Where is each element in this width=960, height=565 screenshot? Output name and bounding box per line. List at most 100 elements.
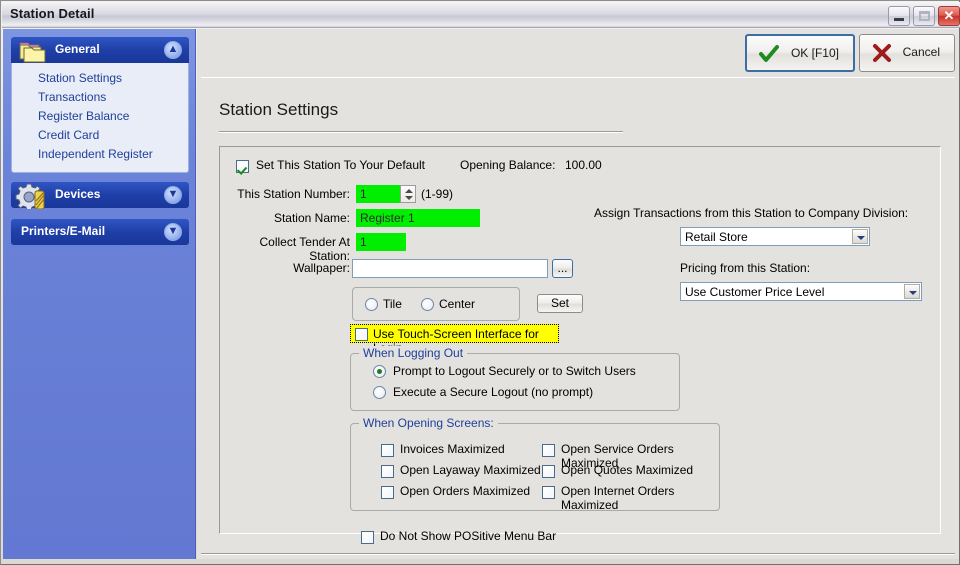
chevron-down-icon[interactable]: ▼ [164,186,182,204]
sidebar-group-general: General ▲ Station Settings Transactions … [11,37,189,173]
hide-menu-bar-checkbox[interactable] [361,531,374,544]
cross-icon [872,43,892,63]
cancel-button[interactable]: Cancel [859,34,955,72]
chevron-up-icon[interactable]: ▲ [164,41,182,59]
maximize-icon [919,11,930,21]
pricing-value: Use Customer Price Level [685,285,825,299]
station-number-label: This Station Number: [237,187,350,201]
orders-maximized-label: Open Orders Maximized [400,484,531,498]
maximize-button[interactable] [913,6,935,26]
opening-screens-caption: When Opening Screens: [359,416,498,430]
chevron-down-icon-2[interactable]: ▼ [164,223,182,241]
division-value: Retail Store [685,230,748,244]
logging-out-caption: When Logging Out [359,346,468,360]
invoices-maximized-label: Invoices Maximized [400,442,505,456]
division-chevron-down-icon[interactable] [852,229,868,244]
logout-secure-label: Execute a Secure Logout (no prompt) [393,385,594,399]
station-name-input[interactable]: Register 1 [356,209,480,227]
window-title: Station Detail [10,6,95,21]
layaway-maximized-label: Open Layaway Maximized [400,463,541,477]
gear-icon [13,181,53,211]
orders-maximized-checkbox[interactable] [381,486,394,499]
wallpaper-center-radio[interactable] [421,298,434,311]
quotes-maximized-checkbox[interactable] [542,465,555,478]
ok-button[interactable]: OK [F10] [745,34,855,72]
station-detail-window: Station Detail ✕ General ▲ Station Setti… [0,0,960,565]
sidebar-group-devices-header[interactable]: Devices ▼ [11,181,189,211]
pricing-chevron-down-icon[interactable] [904,284,920,299]
bottom-divider [201,553,955,555]
page-title: Station Settings [219,100,339,119]
spinner-down-icon[interactable] [405,196,413,200]
collect-tender-input[interactable]: 1 [356,233,406,251]
sidebar-group-printers-email-label: Printers/E-Mail [21,224,106,238]
close-icon: ✕ [943,8,955,23]
sidebar-item-station-settings[interactable]: Station Settings [12,69,188,88]
logout-secure-radio[interactable] [373,386,386,399]
sidebar-item-register-balance[interactable]: Register Balance [12,107,188,126]
division-combobox[interactable]: Retail Store [680,227,870,246]
cancel-button-label: Cancel [902,45,940,59]
wallpaper-browse-button[interactable]: ... [552,259,573,278]
close-button[interactable]: ✕ [938,6,960,26]
wallpaper-label: Wallpaper: [293,261,350,275]
hide-menu-bar-label: Do Not Show POSitive Menu Bar [380,529,557,543]
sidebar-group-general-header[interactable]: General ▲ [11,37,189,63]
touch-screen-checkbox[interactable] [355,328,368,341]
internet-orders-maximized-checkbox[interactable] [542,486,555,499]
default-station-label: Set This Station To Your Default [256,158,426,172]
main-panel: OK [F10] Cancel Station Settings Set Thi… [197,29,959,559]
sidebar-group-printers-email-header[interactable]: Printers/E-Mail ▼ [11,219,189,245]
check-icon [759,44,779,64]
sidebar-group-general-label: General [55,42,100,56]
station-number-range-hint: (1-99) [421,187,454,201]
quotes-maximized-label: Open Quotes Maximized [561,463,694,477]
sidebar-group-general-body: Station Settings Transactions Register B… [11,63,189,173]
opening-balance-label: Opening Balance: [460,158,556,172]
minimize-button[interactable] [888,6,910,26]
minimize-icon [894,18,904,21]
logout-prompt-radio[interactable] [373,365,386,378]
invoices-maximized-checkbox[interactable] [381,444,394,457]
opening-screens-group: When Opening Screens: Invoices Maximized… [350,416,720,512]
collect-tender-label: Collect Tender At Station: [259,235,351,263]
sidebar-item-transactions[interactable]: Transactions [12,88,188,107]
service-orders-maximized-checkbox[interactable] [542,444,555,457]
division-label: Assign Transactions from this Station to… [594,206,909,220]
chevron-up-glyph: ▲ [167,43,179,55]
title-bar: Station Detail ✕ [2,2,960,28]
sidebar-group-printers-email: Printers/E-Mail ▼ [11,219,189,245]
logout-prompt-label: Prompt to Logout Securely or to Switch U… [393,364,636,378]
sidebar-item-independent-register[interactable]: Independent Register [12,145,188,164]
chevron-down-glyph: ▼ [167,188,179,200]
chevron-down-glyph-2: ▼ [167,225,179,237]
sidebar: General ▲ Station Settings Transactions … [3,29,196,559]
ok-button-label: OK [F10] [790,46,839,60]
internet-orders-maximized-label: Open Internet Orders Maximized [561,484,675,512]
title-divider [219,131,623,133]
content-area: Station Settings Set This Station To You… [201,77,955,551]
station-number-input[interactable]: 1 [356,185,400,203]
layaway-maximized-checkbox[interactable] [381,465,394,478]
wallpaper-mode-group: Tile Center [352,287,520,321]
wallpaper-input[interactable] [352,259,548,278]
wallpaper-tile-radio[interactable] [365,298,378,311]
spinner-up-icon[interactable] [405,189,413,193]
sidebar-group-devices-label: Devices [55,187,101,201]
station-name-label: Station Name: [273,211,350,225]
sidebar-item-credit-card[interactable]: Credit Card [12,126,188,145]
wallpaper-center-label: Center [439,297,476,311]
wallpaper-set-button[interactable]: Set [537,294,583,313]
opening-balance-value: 100.00 [565,158,602,172]
logging-out-group: When Logging Out Prompt to Logout Secure… [350,346,680,411]
action-toolbar: OK [F10] Cancel [197,29,959,77]
folders-icon [17,38,51,64]
pricing-label: Pricing from this Station: [680,261,811,275]
default-station-checkbox[interactable] [236,160,249,173]
pricing-combobox[interactable]: Use Customer Price Level [680,282,922,301]
touch-screen-row[interactable]: Use Touch-Screen Interface for Login [350,324,559,355]
sidebar-group-devices: Devices ▼ [11,181,189,211]
station-settings-form: Set This Station To Your Default Opening… [219,146,941,544]
station-number-spinner[interactable] [400,185,416,203]
wallpaper-tile-label: Tile [383,297,402,311]
